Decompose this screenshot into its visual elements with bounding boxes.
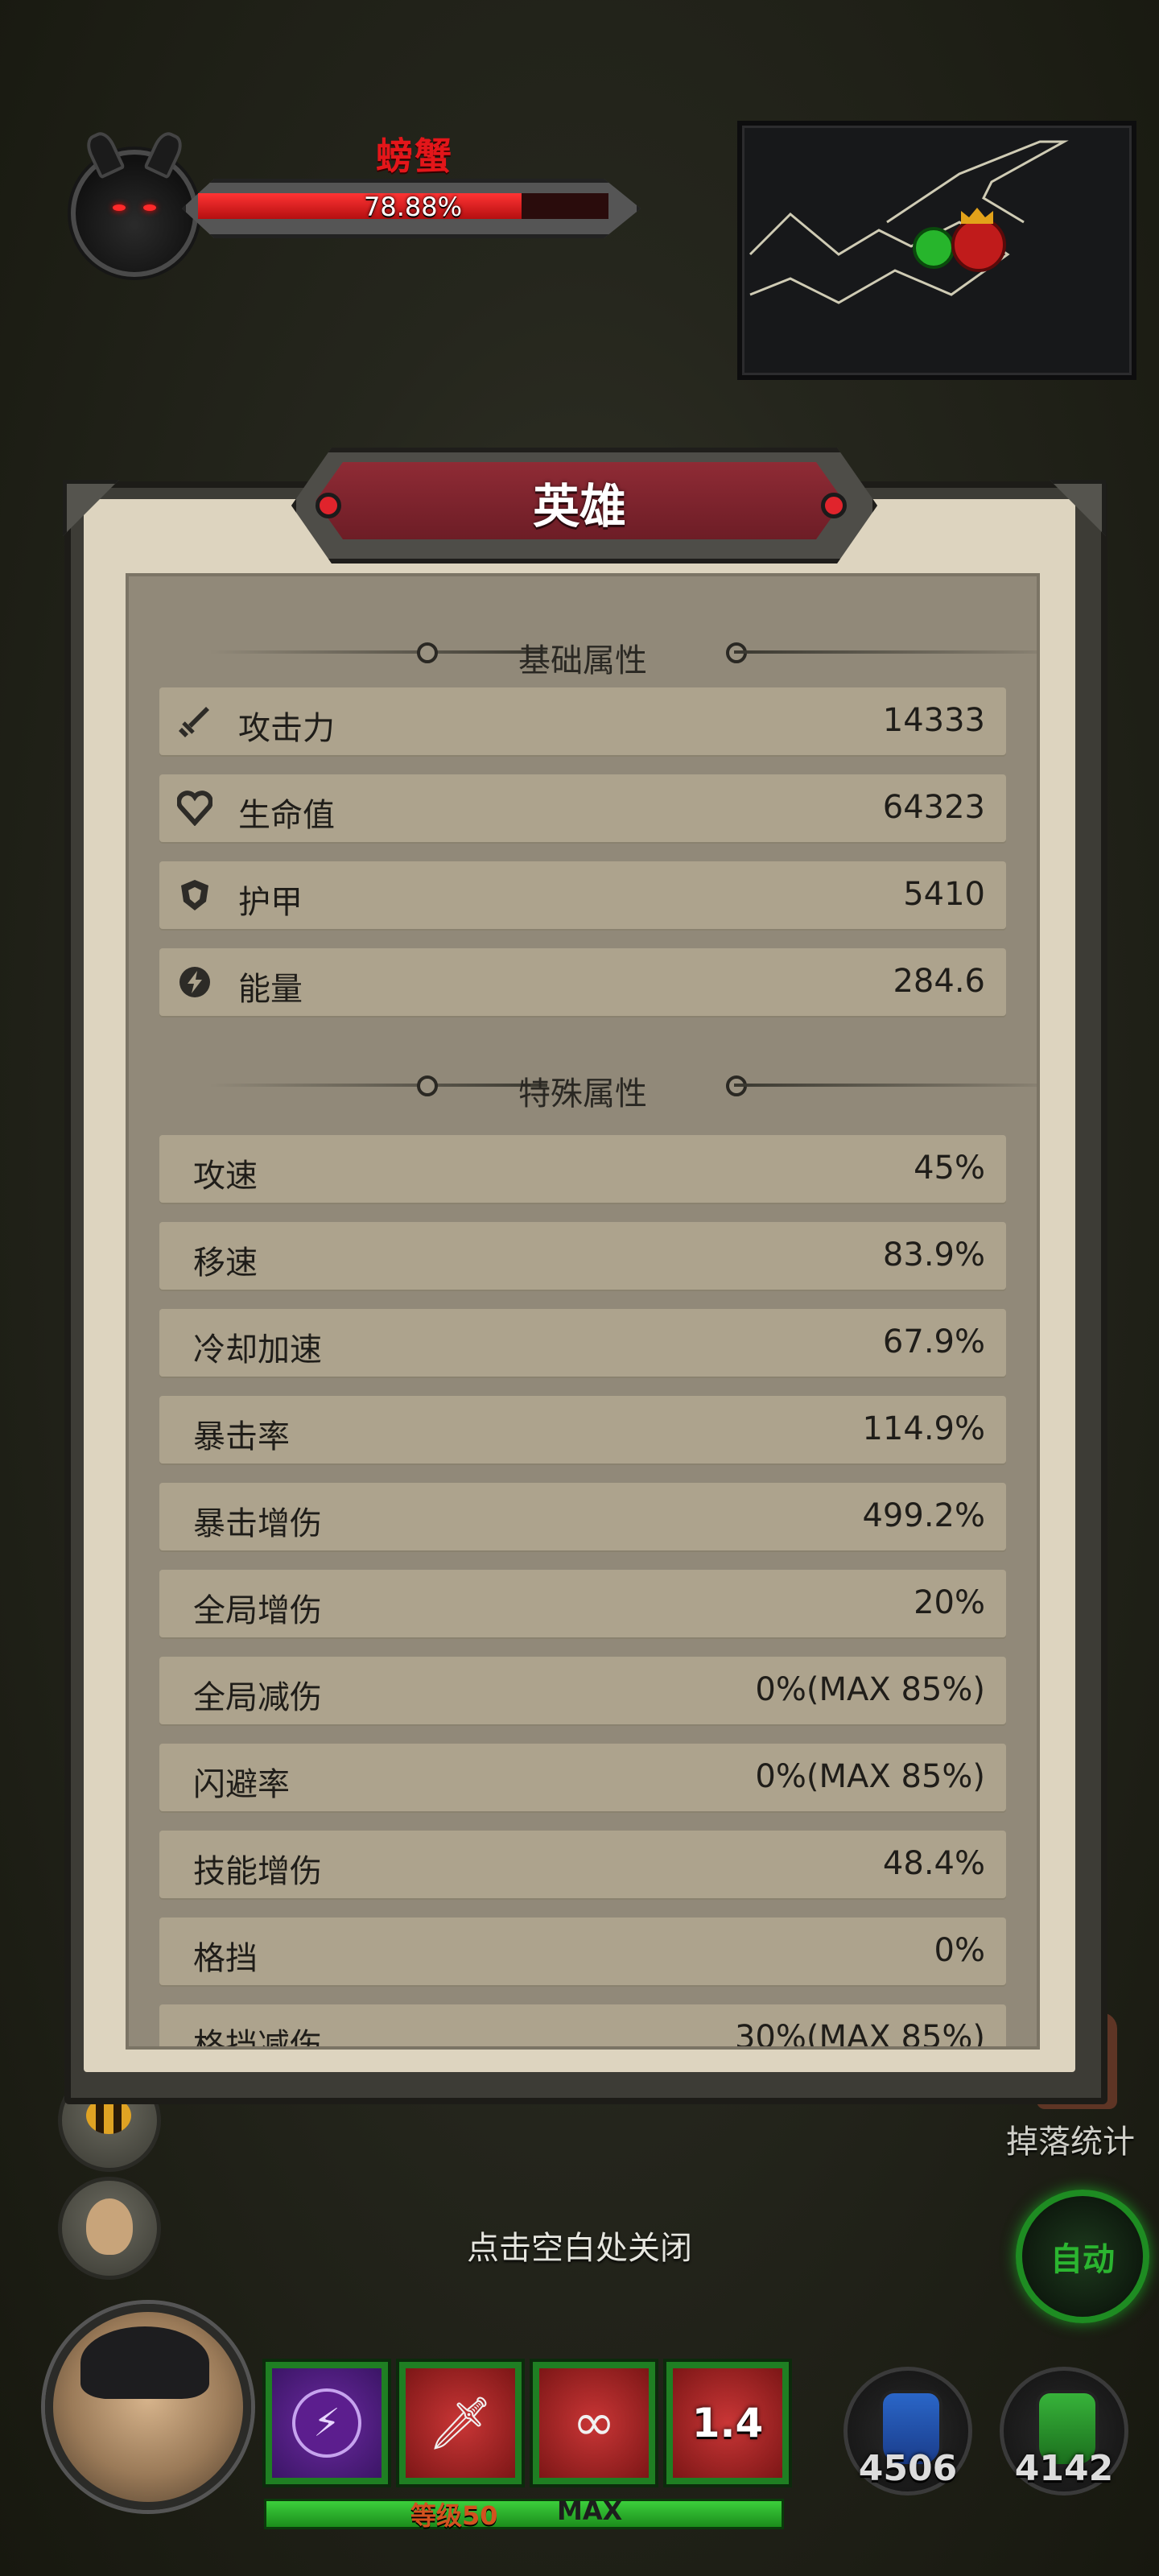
stat-row-crit-damage: 暴击增伤 499.2%: [159, 1483, 1006, 1550]
panel-title: 英雄: [532, 479, 626, 534]
boss-crown-marker-icon: [951, 217, 1006, 272]
boss-eye-right: [143, 204, 156, 211]
lightning-icon: ⚡: [292, 2388, 361, 2458]
slash-icon: 🗡: [427, 2393, 493, 2454]
boss-eye-left: [113, 204, 126, 211]
green-potion-button[interactable]: 4142: [1000, 2367, 1128, 2496]
blue-potion-count: 4506: [858, 2448, 958, 2489]
stat-row-global-reduction: 全局减伤 0%(MAX 85%): [159, 1657, 1006, 1724]
hero-level-label: 等级50: [410, 2500, 498, 2531]
stat-row-move-speed: 移速 83.9%: [159, 1222, 1006, 1290]
level-progress-bar: [264, 2499, 784, 2529]
skill-slot-2[interactable]: 🗡: [399, 2362, 522, 2484]
player-marker: [913, 227, 955, 269]
special-stats-header: 特殊属性: [129, 1061, 1037, 1113]
shield-icon: [177, 877, 212, 913]
boss-avatar: [71, 128, 198, 277]
green-potion-count: 4142: [1014, 2448, 1114, 2489]
boss-name: 螃蟹: [376, 134, 453, 178]
skill-cooldown-text: 1.4: [691, 2400, 764, 2446]
stat-row-cooldown: 冷却加速 67.9%: [159, 1309, 1006, 1377]
hero-avatar[interactable]: [45, 2304, 251, 2510]
stat-row-dodge: 闪避率 0%(MAX 85%): [159, 1744, 1006, 1811]
special-stats-title: 特殊属性: [518, 1075, 647, 1113]
whirl-icon: ∞: [572, 2393, 616, 2453]
stat-row-global-damage: 全局增伤 20%: [159, 1570, 1006, 1637]
blue-potion-button[interactable]: 4506: [843, 2367, 972, 2496]
energy-icon: [177, 964, 212, 1000]
stat-row-skill-damage: 技能增伤 48.4%: [159, 1831, 1006, 1898]
stat-row-block-reduction: 格挡减伤 30%(MAX 85%): [159, 2004, 1006, 2046]
stat-row-attack-speed: 攻速 45%: [159, 1135, 1006, 1203]
stat-row-block: 格挡 0%: [159, 1918, 1006, 1985]
basic-stats-title: 基础属性: [518, 642, 647, 679]
level-max-label: MAX: [557, 2496, 623, 2526]
stat-row-armor: 护甲 5410: [159, 861, 1006, 929]
stat-row-crit-rate: 暴击率 114.9%: [159, 1396, 1006, 1463]
stats-scroll-area[interactable]: 基础属性 攻击力 14333 生命值 64323 护甲 5410 能量 284.…: [126, 573, 1040, 2050]
skill-slot-1[interactable]: ⚡: [266, 2362, 388, 2484]
boss-horn-right: [143, 128, 187, 180]
stat-row-attack: 攻击力 14333: [159, 687, 1006, 755]
auto-battle-button[interactable]: 自动: [1016, 2190, 1149, 2323]
boss-horn-left: [82, 128, 126, 180]
sword-icon: [177, 704, 212, 739]
boss-hp-percent: 78.88%: [363, 192, 462, 222]
basic-stats-header: 基础属性: [129, 628, 1037, 679]
stat-row-hp: 生命值 64323: [159, 774, 1006, 842]
skill-slot-3[interactable]: ∞: [533, 2362, 655, 2484]
close-hint[interactable]: 点击空白处关闭: [378, 2222, 781, 2268]
stat-row-energy: 能量 284.6: [159, 948, 1006, 1016]
loot-stats-button[interactable]: 掉落统计: [1006, 2116, 1135, 2162]
heart-icon: [177, 791, 212, 826]
skill-slot-4[interactable]: 1.4: [666, 2362, 789, 2484]
pet-owl-avatar[interactable]: [58, 2177, 161, 2280]
